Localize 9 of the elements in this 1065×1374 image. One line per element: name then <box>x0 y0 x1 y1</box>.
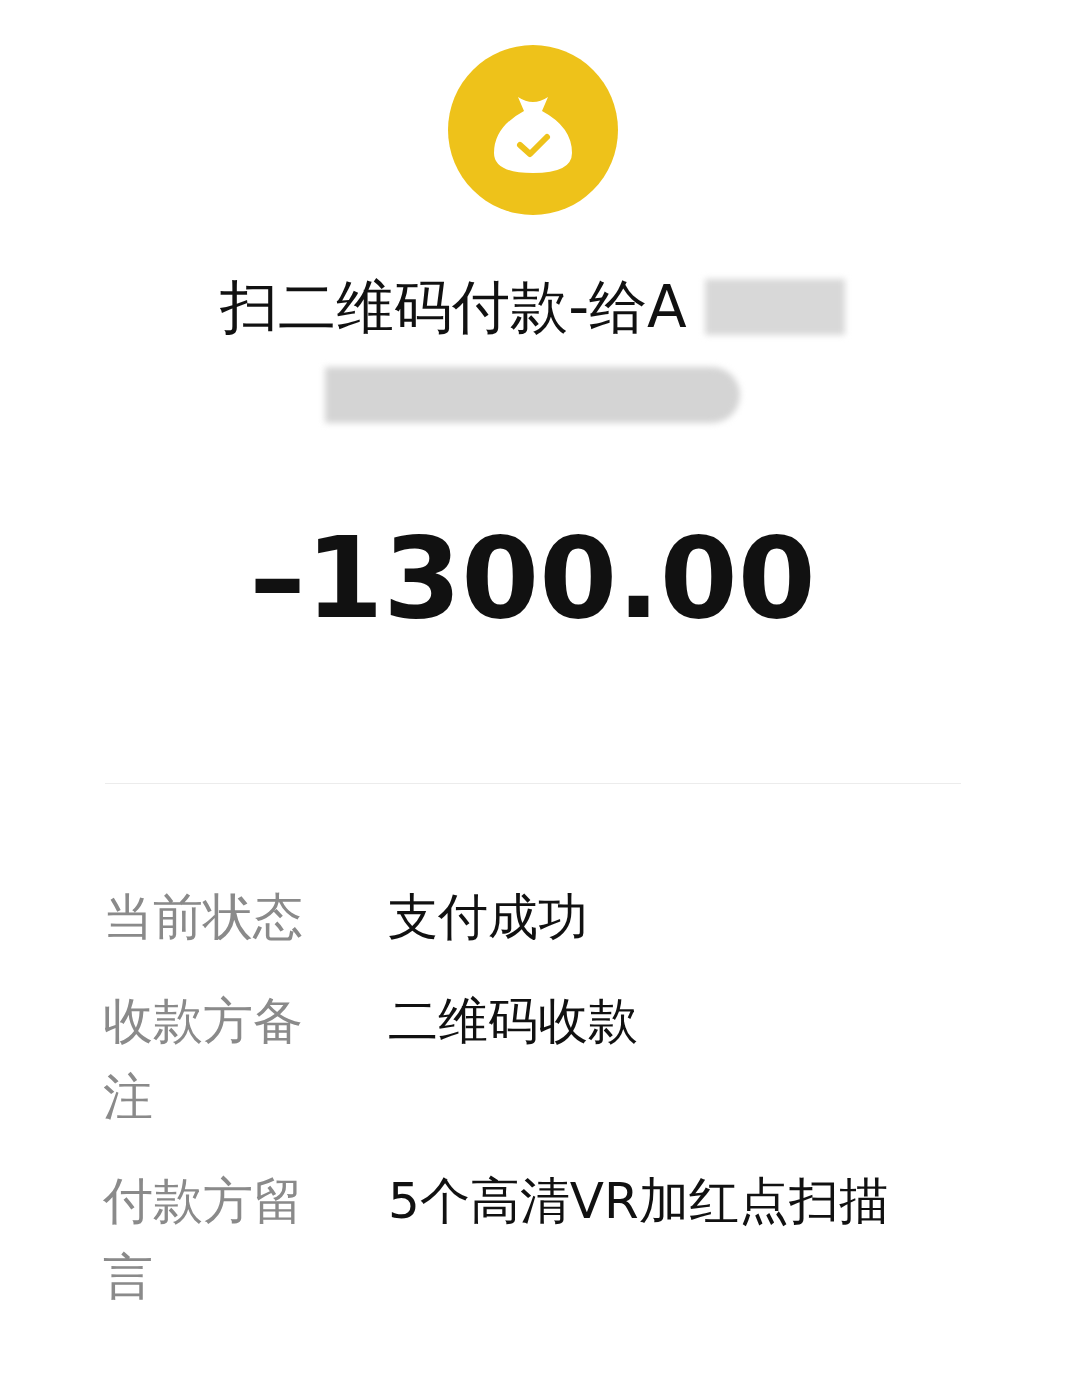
detail-value: 支付成功 <box>388 887 588 948</box>
detail-value: 5个高清VR加红点扫描 <box>388 1171 889 1232</box>
detail-value: 二维码收款 <box>388 991 638 1052</box>
amount-text: –1300.00 <box>249 513 816 643</box>
detail-label: 收款方备注 <box>103 991 304 1128</box>
payment-title: 扫二维码付款-给A <box>220 272 687 343</box>
detail-label: 付款方留言 <box>103 1171 304 1308</box>
money-bag-icon <box>447 45 618 215</box>
detail-label: 当前状态 <box>103 887 304 948</box>
